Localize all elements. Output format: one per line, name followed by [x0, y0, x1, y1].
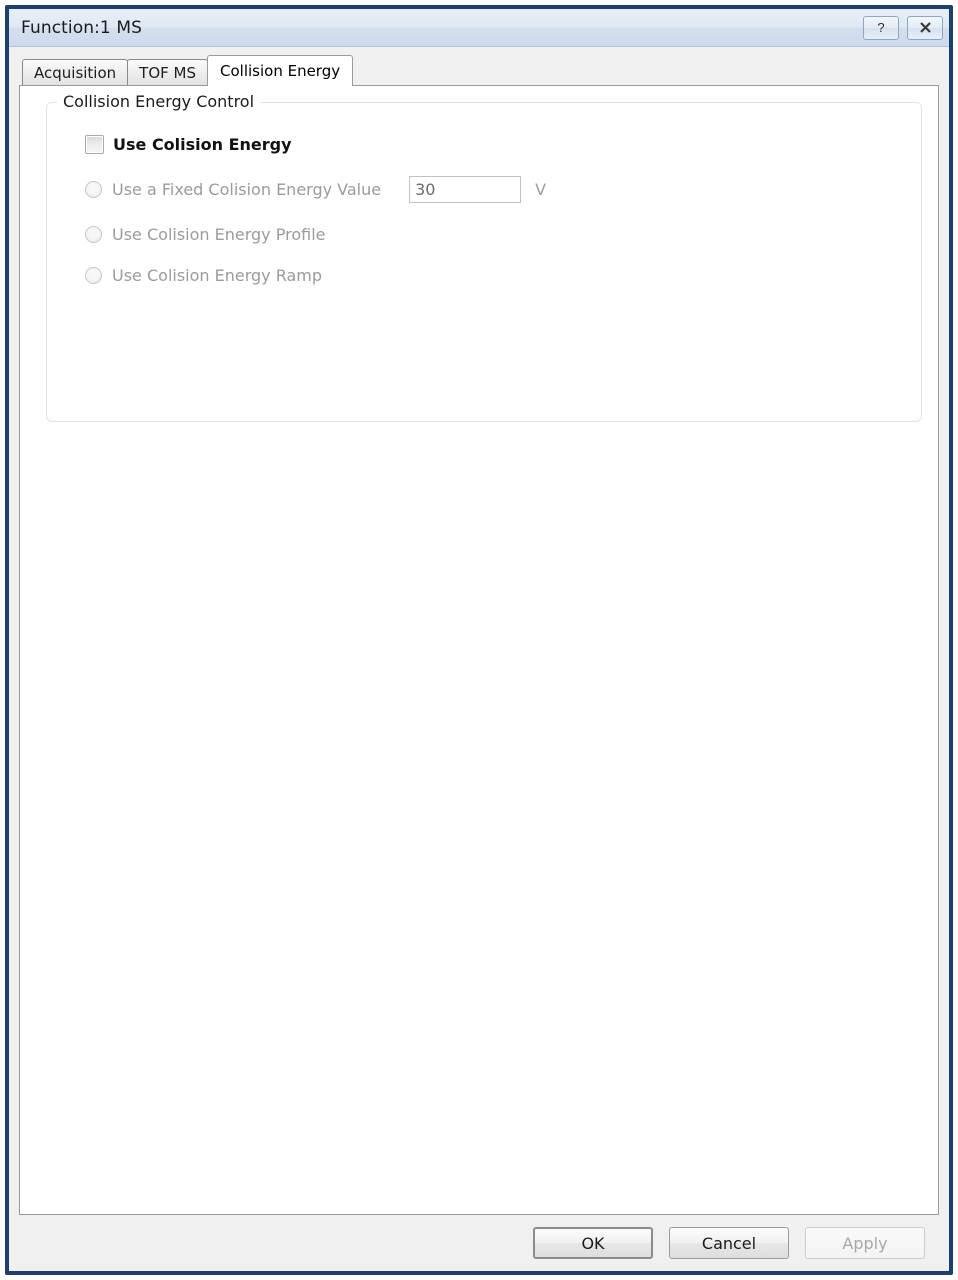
fixed-collision-energy-radio[interactable] — [85, 181, 102, 198]
group-title: Collision Energy Control — [57, 92, 261, 111]
tab-collision-energy[interactable]: Collision Energy — [207, 55, 354, 86]
use-collision-energy-label: Use Colision Energy — [113, 135, 292, 154]
tab-acquisition[interactable]: Acquisition — [22, 59, 129, 85]
ok-button[interactable]: OK — [533, 1227, 653, 1259]
collision-energy-profile-row[interactable]: Use Colision Energy Profile — [85, 225, 905, 244]
collision-energy-ramp-label: Use Colision Energy Ramp — [112, 266, 323, 285]
use-collision-energy-row[interactable]: Use Colision Energy — [85, 135, 905, 154]
dialog-window: Function:1 MS ? Acquisition TOF MS Colli… — [5, 5, 953, 1275]
ok-button-label: OK — [581, 1233, 605, 1253]
screenshot-root: Function:1 MS ? Acquisition TOF MS Colli… — [0, 0, 958, 1280]
fixed-collision-energy-label: Use a Fixed Colision Energy Value — [112, 180, 382, 199]
tab-collision-energy-label: Collision Energy — [220, 62, 341, 80]
window-title: Function:1 MS — [21, 17, 143, 38]
tab-tof-ms[interactable]: TOF MS — [127, 59, 208, 85]
dialog-body: Acquisition TOF MS Collision Energy Coll… — [9, 47, 949, 1271]
title-bar: Function:1 MS ? — [9, 9, 949, 47]
tab-panel-collision-energy: Collision Energy Control Use Colision En… — [19, 85, 939, 1215]
collision-energy-control-group: Collision Energy Control Use Colision En… — [46, 92, 922, 422]
collision-energy-ramp-radio[interactable] — [85, 267, 102, 284]
collision-energy-ramp-row[interactable]: Use Colision Energy Ramp — [85, 266, 905, 285]
title-bar-buttons: ? — [863, 15, 943, 40]
collision-energy-unit-label: V — [535, 180, 547, 199]
fixed-collision-energy-row[interactable]: Use a Fixed Colision Energy Value V — [85, 176, 905, 203]
collision-energy-profile-radio[interactable] — [85, 226, 102, 243]
apply-button[interactable]: Apply — [805, 1227, 925, 1259]
tab-tof-ms-label: TOF MS — [139, 63, 196, 82]
collision-energy-value-input[interactable] — [409, 176, 522, 203]
collision-energy-profile-label: Use Colision Energy Profile — [112, 225, 326, 244]
question-mark-icon: ? — [877, 20, 885, 35]
cancel-button[interactable]: Cancel — [669, 1227, 789, 1259]
cancel-button-label: Cancel — [701, 1233, 757, 1253]
tab-acquisition-label: Acquisition — [34, 63, 117, 82]
dialog-footer: OK Cancel Apply — [19, 1215, 939, 1271]
close-button[interactable] — [907, 15, 943, 40]
apply-button-label: Apply — [842, 1233, 888, 1253]
use-collision-energy-checkbox[interactable] — [85, 135, 104, 154]
help-button[interactable]: ? — [863, 15, 899, 40]
close-icon — [919, 22, 931, 33]
tab-strip: Acquisition TOF MS Collision Energy — [19, 55, 939, 86]
